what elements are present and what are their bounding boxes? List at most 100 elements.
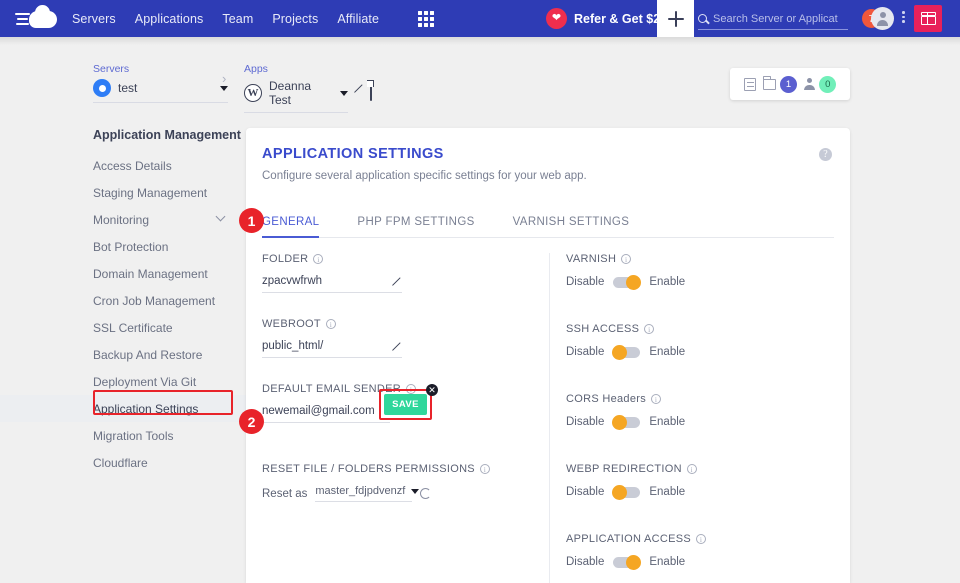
heart-icon: ❤ [546,8,567,29]
section-reset-permissions: RESET FILE / FOLDERS PERMISSIONS i Reset… [262,463,549,502]
field-folder: FOLDER i [262,253,549,293]
sidebar-item-staging-management[interactable]: Staging Management [0,179,246,206]
sidebar-item-monitoring[interactable]: Monitoring [0,206,246,233]
apps-grid-icon[interactable] [418,11,434,27]
sidebar-item-backup-and-restore[interactable]: Backup And Restore [0,341,246,368]
info-icon[interactable]: i [696,534,706,544]
list-icon [744,78,756,91]
sidebar-item-bot-protection[interactable]: Bot Protection [0,233,246,260]
list-widget[interactable] [744,78,756,91]
ssh-access-toggle[interactable] [613,347,640,358]
sidebar-item-label: Bot Protection [93,240,168,254]
nav-link-servers[interactable]: Servers [72,12,116,26]
sidebar-item-label: SSL Certificate [93,321,173,335]
info-icon[interactable]: i [326,319,336,329]
reset-as-row: Reset as master_fdjpdvenzf [262,485,549,502]
toggle-webp-redirection-label: WEBP REDIRECTION i [566,463,850,475]
webp-redirection-toggle[interactable] [613,487,640,498]
settings-columns: FOLDER i WEBROOT i [246,253,850,583]
folder-icon [763,79,776,90]
pencil-icon[interactable] [391,341,402,352]
sidebar-item-label: Monitoring [93,213,149,227]
info-icon[interactable]: i [313,254,323,264]
tab-varnish-settings[interactable]: VARNISH SETTINGS [513,210,630,237]
refer-and-get-button[interactable]: ❤ Refer & Get $25 [546,0,667,37]
close-icon[interactable]: ✕ [426,384,438,396]
varnish-toggle[interactable] [613,277,640,288]
nav-link-affiliate[interactable]: Affiliate [337,12,379,26]
sidebar-item-label: Migration Tools [93,429,173,443]
sidebar-item-cloudflare[interactable]: Cloudflare [0,449,246,476]
nav-link-team[interactable]: Team [222,12,253,26]
label-text: APPLICATION ACCESS [566,533,691,545]
enable-label: Enable [649,346,685,358]
user-widget[interactable]: 0 [804,76,836,93]
info-icon[interactable]: i [621,254,631,264]
field-email-input-row [262,405,390,423]
sidebar-item-migration-tools[interactable]: Migration Tools [0,422,246,449]
right-settings-column: VARNISH i Disable Enable SSH ACCESS i [549,253,850,583]
tab-general[interactable]: GENERAL [262,210,319,237]
sidebar-title: Application Management [0,120,246,152]
default-email-sender-input[interactable] [262,405,390,417]
disable-label: Disable [566,276,604,288]
info-icon[interactable]: i [687,464,697,474]
caret-down-icon[interactable] [411,489,419,494]
app-selector[interactable]: W Deanna Test [244,79,348,113]
sidebar-item-domain-management[interactable]: Domain Management [0,260,246,287]
reset-as-dropdown[interactable]: master_fdjpdvenzf [315,485,412,502]
sidebar-item-label: Cloudflare [93,456,148,470]
user-icon [804,78,815,90]
toggle-varnish: VARNISH i Disable Enable [566,253,850,288]
add-new-button[interactable] [657,0,694,37]
folder-count-badge: 1 [780,76,797,93]
info-icon[interactable]: i [480,464,490,474]
gift-icon[interactable] [914,5,942,32]
sidebar-item-cron-job-management[interactable]: Cron Job Management [0,287,246,314]
enable-label: Enable [649,556,685,568]
search-input[interactable] [713,13,838,25]
sidebar-item-label: Backup And Restore [93,348,202,362]
sidebar-item-access-details[interactable]: Access Details [0,152,246,179]
sidebar-item-label: Access Details [93,159,172,173]
info-icon[interactable]: i [644,324,654,334]
help-icon[interactable]: ? [819,148,832,161]
enable-label: Enable [649,416,685,428]
nav-link-projects[interactable]: Projects [272,12,318,26]
breadcrumb-servers: Servers test [93,63,228,103]
save-button[interactable]: SAVE [384,394,427,415]
nav-link-applications[interactable]: Applications [135,12,204,26]
sidebar-item-ssl-certificate[interactable]: SSL Certificate [0,314,246,341]
info-icon[interactable]: i [651,394,661,404]
left-settings-column: FOLDER i WEBROOT i [246,253,549,583]
external-link-icon[interactable] [370,83,372,101]
cloudways-logo[interactable] [0,8,72,30]
tab-php-fpm-settings[interactable]: PHP FPM SETTINGS [357,210,474,237]
folder-input[interactable] [262,275,380,287]
toggle-cors-headers-row: Disable Enable [566,416,850,428]
enable-label: Enable [649,276,685,288]
disable-label: Disable [566,416,604,428]
refresh-icon[interactable] [420,488,431,499]
breadcrumb-apps-label: Apps [244,63,348,75]
webroot-input[interactable] [262,340,380,352]
label-text: WEBROOT [262,318,321,330]
more-vertical-icon[interactable] [902,11,905,23]
cors-headers-toggle[interactable] [613,417,640,428]
avatar[interactable] [871,7,894,30]
application-access-toggle[interactable] [613,557,640,568]
app-root: Servers Applications Team Projects Affil… [0,0,960,583]
info-icon[interactable]: i [406,384,416,394]
toggle-application-access-row: Disable Enable [566,556,850,568]
sidebar-item-deployment-via-git[interactable]: Deployment Via Git [0,368,246,395]
toggle-varnish-label: VARNISH i [566,253,850,265]
user-count-badge: 0 [819,76,836,93]
caret-down-icon[interactable] [220,86,228,91]
caret-down-icon[interactable] [340,91,348,96]
folder-widget[interactable]: 1 [763,76,797,93]
field-webroot-input-row [262,340,402,358]
pencil-icon[interactable] [391,276,402,287]
server-selector[interactable]: test [93,79,228,103]
label-text: WEBP REDIRECTION [566,463,682,475]
sidebar-item-application-settings[interactable]: Application Settings [0,395,246,422]
